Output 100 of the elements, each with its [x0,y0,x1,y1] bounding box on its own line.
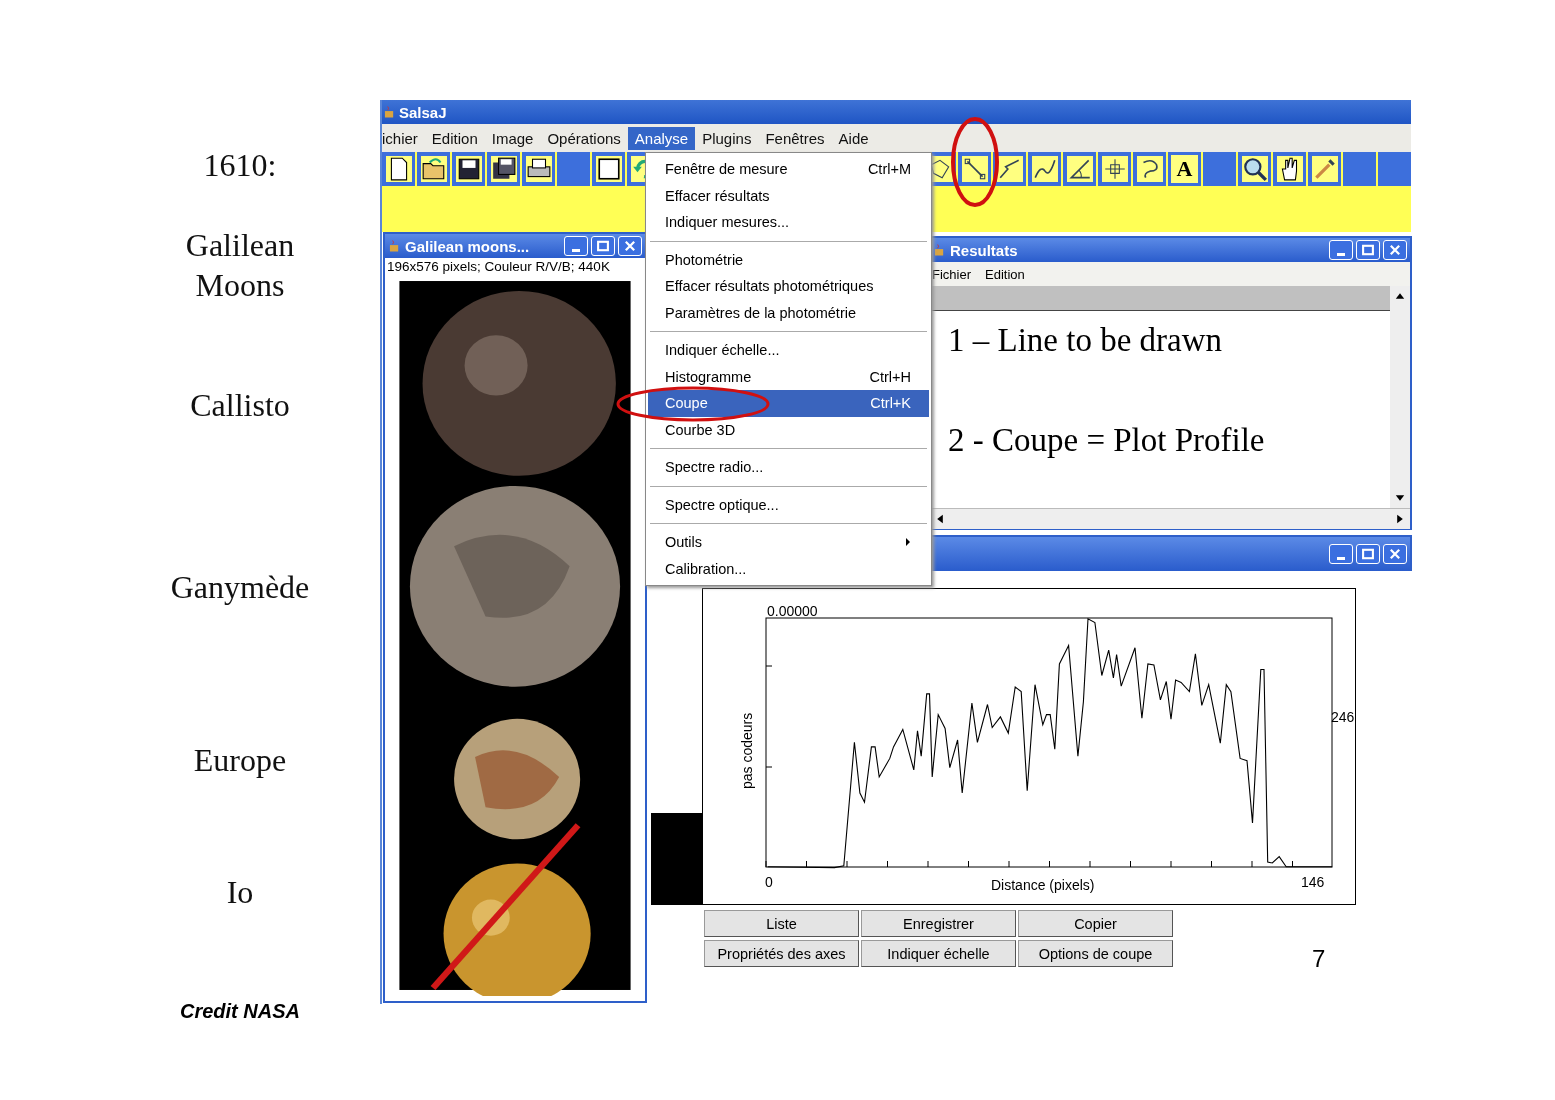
menu-item[interactable]: Edition [985,266,1025,282]
app-icon [934,243,945,257]
moon-label: Europe [192,741,288,780]
close-icon [1388,243,1402,257]
maximize-icon [1361,243,1375,257]
tool-button[interactable] [522,152,555,186]
submenu-arrow-icon [905,537,911,548]
menu-item[interactable]: Fenêtres [758,126,832,150]
results-text: 1 – Line to be drawn [948,321,1223,359]
tool-button[interactable] [1133,152,1166,186]
tool-button[interactable] [382,152,415,186]
empty-tool-slot [557,152,590,186]
menu-item[interactable]: Aide [831,126,876,150]
moon-label: Callisto [189,386,291,425]
search-icon [1241,156,1268,182]
menu-item[interactable]: Effacer résultats photométriques [648,273,929,300]
slide-heading: Galilean Moons [184,226,296,305]
plot-button[interactable]: Enregistrer [861,910,1016,937]
menu-item[interactable]: Coupe Ctrl+K [648,390,929,417]
menu-item[interactable]: Fenêtre de mesure Ctrl+M [648,156,929,183]
tool-button[interactable] [1098,152,1131,186]
print-icon [525,156,552,182]
app-title: SalsaJ [399,103,447,121]
menu-item[interactable]: Outils [648,529,929,556]
menu-item[interactable]: Spectre radio... [648,454,929,481]
vertical-scrollbar[interactable] [1390,286,1410,508]
close-icon [1388,547,1402,561]
menu-item[interactable]: Indiquer échelle... [648,337,929,364]
plot-button[interactable]: Propriétés des axes [704,940,859,967]
minimize-icon [1337,556,1345,560]
moon-label: Io [225,873,255,912]
close-icon [623,239,637,253]
save-icon [455,156,482,182]
tool-button[interactable] [1028,152,1061,186]
maximize-button[interactable] [591,236,615,256]
maximize-icon [596,239,610,253]
menu-item[interactable]: Paramètres de la photométrie [648,299,929,326]
plot-button[interactable]: Copier [1018,910,1173,937]
minimize-icon [1337,252,1345,256]
horizontal-scrollbar[interactable] [930,508,1410,529]
empty-tool-slot [1378,152,1411,186]
new-file-icon [385,156,412,182]
minimize-button[interactable] [1329,240,1353,260]
empty-tool-slot [1343,152,1376,186]
minimize-button[interactable] [1329,544,1353,564]
close-button[interactable] [1383,544,1407,564]
save-all-icon [490,156,517,182]
app-icon [389,239,400,253]
tool-button[interactable] [592,152,625,186]
rectangle-icon [595,156,622,182]
plot-button[interactable]: Liste [704,910,859,937]
minimize-button[interactable] [564,236,588,256]
tool-button[interactable] [1238,152,1271,186]
hand-icon [1276,156,1303,182]
menu-item[interactable]: Photométrie [648,246,929,273]
maximize-button[interactable] [1356,240,1380,260]
empty-tool-slot [1203,152,1236,186]
plot-button[interactable]: Indiquer échelle [861,940,1016,967]
tool-button[interactable] [417,152,450,186]
menu-item[interactable]: Indiquer mesures... [648,209,929,236]
menu-item[interactable]: Fichier [932,266,971,282]
crosshair-icon [1101,156,1128,182]
menu-item[interactable]: Effacer résultats [648,182,929,209]
tool-button[interactable] [958,152,991,186]
moon-label: Ganymède [169,568,311,607]
menu-item[interactable]: Image [484,126,541,150]
menu-item[interactable]: Edition [424,126,485,150]
menu-item[interactable]: Plugins [695,126,759,150]
maximize-icon [1361,547,1375,561]
tool-button[interactable] [452,152,485,186]
credit-text: Credit NASA [179,1000,301,1023]
tool-button[interactable] [1063,152,1096,186]
axis-label: 146 [1301,874,1325,890]
menu-item[interactable]: Histogramme Ctrl+H [648,363,929,390]
window-title: Galilean moons... [405,237,531,255]
tool-button[interactable] [487,152,520,186]
close-button[interactable] [618,236,642,256]
page-number: 7 [1312,945,1326,973]
slide-year: 1610: [202,146,278,185]
open-folder-icon [420,156,447,182]
menu-item[interactable]: Analyse [627,126,696,150]
menu-item[interactable]: Opérations [540,126,628,150]
eyedropper-icon [1311,156,1338,182]
menu-item[interactable]: Calibration... [648,555,929,582]
menu-item[interactable]: ichier [382,126,425,150]
tool-button[interactable] [1273,152,1306,186]
axis-title: pas codeurs [739,712,755,789]
axis-label: 0.00000 [767,603,818,619]
menu-item[interactable]: Courbe 3D [648,416,929,443]
image-info: 196x576 pixels; Couleur R/V/B; 440K [386,258,611,275]
plot-button[interactable]: Options de coupe [1018,940,1173,967]
axis-label: 246 [1331,709,1355,725]
maximize-button[interactable] [1356,544,1380,564]
text-tool-button[interactable]: A [1168,152,1201,186]
axis-title: Distance (pixels) [991,877,1095,893]
menu-item[interactable]: Spectre optique... [648,491,929,518]
app-icon [384,105,395,119]
close-button[interactable] [1383,240,1407,260]
minimize-icon [572,248,580,252]
axis-label: 0 [765,874,773,890]
